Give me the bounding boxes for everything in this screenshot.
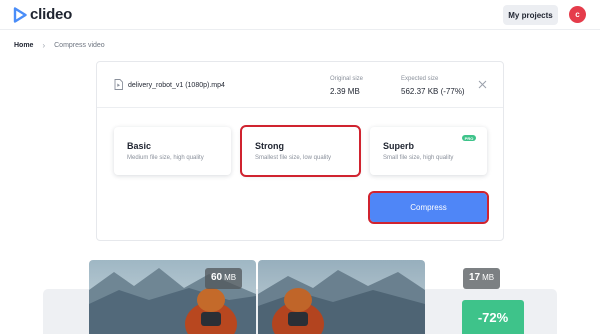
breadcrumb: Home › Compress video [14,41,105,50]
option-superb[interactable]: Superb Small file size, high quality PRO [370,127,487,175]
option-basic-title: Basic [127,141,152,151]
expected-size-value: 562.37 KB (-77%) [401,87,465,96]
before-size-badge: 60 MB [205,268,243,289]
my-projects-button[interactable]: My projects [503,5,558,25]
chevron-right-icon: › [42,41,46,50]
original-size: Original size 2.39 MB [330,76,363,96]
option-basic[interactable]: Basic Medium file size, high quality [114,127,231,175]
after-preview-image [258,260,425,334]
compress-panel: delivery_robot_v1 (1080p).mp4 Original s… [96,61,504,241]
before-size-value: 60 [211,272,223,283]
mountain-hiker-image-compressed [258,260,425,334]
before-size-unit: MB [224,273,237,282]
original-size-value: 2.39 MB [330,87,360,96]
after-size-badge: 17 MB [463,268,501,289]
compress-button[interactable]: Compress [368,191,489,224]
expected-size-label: Expected size [401,76,439,82]
play-logo-icon [13,6,27,23]
after-size-unit: MB [482,273,495,282]
top-bar: clideo My projects c [0,0,600,30]
close-icon[interactable] [478,80,487,89]
breadcrumb-home-link[interactable]: Home [14,42,33,49]
original-size-label: Original size [330,76,364,82]
pro-badge: PRO [462,135,476,141]
file-icon [114,79,123,90]
option-strong-title: Strong [255,141,284,151]
expected-size: Expected size 562.37 KB (-77%) [401,76,465,96]
file-name: delivery_robot_v1 (1080p).mp4 [128,82,225,89]
brand-name: clideo [30,6,73,23]
after-size-value: 17 [469,272,481,283]
option-superb-title: Superb [383,141,415,151]
file-info-row: delivery_robot_v1 (1080p).mp4 Original s… [97,62,503,108]
reduction-badge: -72% [462,300,524,334]
option-strong[interactable]: Strong Smallest file size, low quality [240,125,361,177]
user-avatar[interactable]: c [569,6,586,23]
option-superb-desc: Small file size, high quality [383,155,454,161]
option-strong-desc: Smallest file size, low quality [255,155,332,161]
option-basic-desc: Medium file size, high quality [127,155,204,161]
breadcrumb-current: Compress video [54,42,105,49]
clideo-logo[interactable]: clideo [13,6,72,23]
